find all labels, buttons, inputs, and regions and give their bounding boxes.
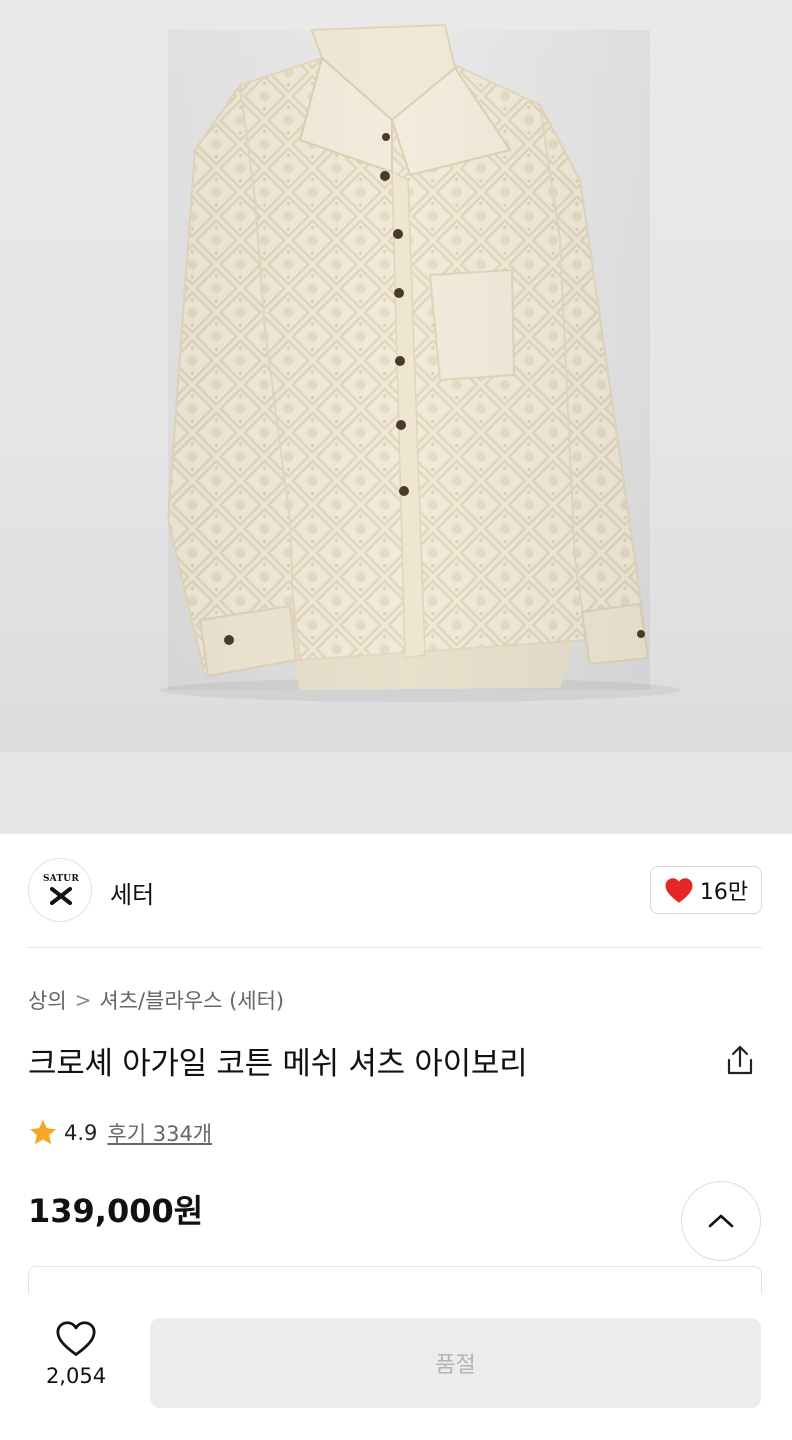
breadcrumb-category[interactable]: 상의 [28,985,67,1015]
brand-logo-text: SATUR [42,874,79,884]
product-price: 139,000원 [28,1192,204,1230]
brand-name[interactable]: 세터 [110,875,154,910]
breadcrumb-separator: > [74,988,92,1012]
shirt-illustration [160,23,680,702]
scroll-to-top-button[interactable] [681,1181,761,1261]
rating-row: 4.9 후기 334개 [28,1118,212,1148]
product-title: 크로셰 아가일 코튼 메쉬 셔츠 아이보리 [28,1046,528,1082]
wishlist-button[interactable]: 2,054 [24,1320,128,1388]
share-icon [727,1045,753,1075]
sold-out-button[interactable]: 품절 [150,1318,761,1408]
image-background [0,752,792,834]
bottom-action-bar: 2,054 품절 [0,1294,792,1440]
product-detail-page: SATUR 세터 16만 상의 > 셔츠/블라우스 (세터) 크로셰 아가일 코… [0,0,792,1440]
breadcrumb: 상의 > 셔츠/블라우스 (세터) [28,985,284,1015]
brand-logo-icon [50,887,72,905]
product-image[interactable] [0,0,792,752]
brand-like-button[interactable]: 16만 [650,866,762,914]
brand-like-count: 16만 [699,880,749,905]
chevron-up-icon [708,1214,734,1228]
breadcrumb-subcategory[interactable]: 셔츠/블라우스 (세터) [99,985,284,1015]
wishlist-count: 2,054 [45,1364,107,1388]
rating-score: 4.9 [64,1121,98,1145]
divider [28,947,762,948]
brand-logo[interactable]: SATUR [28,858,92,922]
reviews-link[interactable]: 후기 334개 [107,1118,212,1148]
share-button[interactable] [722,1042,758,1078]
brand-row: SATUR 세터 16만 [28,858,762,924]
heart-filled-icon [665,877,693,903]
star-icon [30,1119,56,1145]
heart-outline-icon [56,1321,96,1356]
